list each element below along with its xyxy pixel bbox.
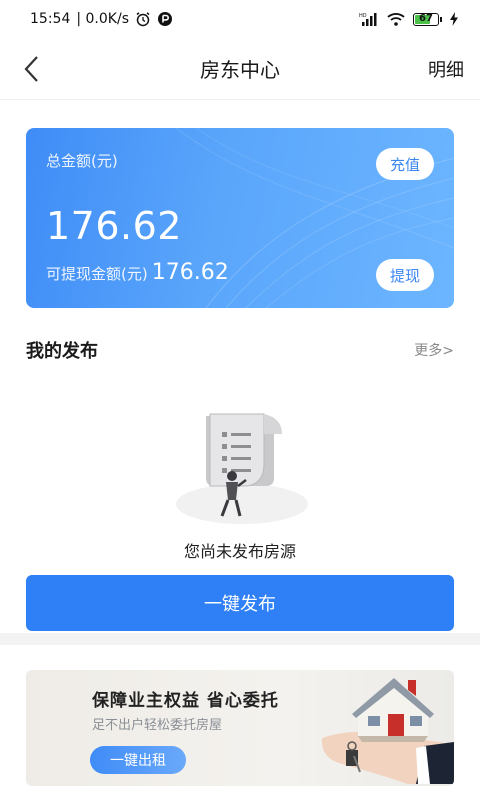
chevron-left-icon <box>24 56 38 82</box>
section-divider <box>0 633 480 645</box>
withdrawable-value: 176.62 <box>151 260 229 285</box>
status-left: 15:54 | 0.0K/s <box>30 11 173 27</box>
cellular-signal-icon: HD <box>359 12 379 26</box>
total-amount-value: 176.62 <box>46 204 182 248</box>
page-title: 房东中心 <box>200 58 280 82</box>
status-net-speed: | 0.0K/s <box>76 11 129 27</box>
app-notification-icon <box>157 11 173 27</box>
house-in-hand-illustration <box>321 678 454 784</box>
more-link[interactable]: 更多> <box>414 340 454 360</box>
one-click-publish-button[interactable]: 一键发布 <box>26 575 454 631</box>
battery-level: 67 <box>419 12 433 24</box>
wifi-icon <box>387 12 405 26</box>
details-link[interactable]: 明细 <box>428 56 464 82</box>
balance-card: 总金额(元) 176.62 可提现金额(元) 176.62 充值 提现 <box>26 128 454 308</box>
back-button[interactable] <box>14 51 50 87</box>
total-amount-label: 总金额(元) <box>46 152 118 170</box>
svg-text:HD: HD <box>359 13 367 19</box>
banner-subtitle: 足不出户轻松委托房屋 <box>92 718 223 733</box>
charging-icon <box>450 12 458 26</box>
status-right: HD 67 <box>359 12 458 26</box>
banner-title: 保障业主权益 省心委托 <box>92 691 279 711</box>
withdrawable-row: 可提现金额(元) 176.62 <box>46 260 229 285</box>
empty-state-text: 您尚未发布房源 <box>183 542 296 561</box>
empty-document-illustration <box>176 413 308 524</box>
section-title-my-publications: 我的发布 <box>26 341 98 362</box>
entrust-banner[interactable]: 保障业主权益 省心委托 足不出户轻松委托房屋 一键出租 <box>26 670 454 786</box>
nav-bar: 房东中心 明细 <box>0 38 480 100</box>
status-time: 15:54 <box>30 11 71 27</box>
status-bar: 15:54 | 0.0K/s HD 67 <box>0 0 480 38</box>
alarm-icon <box>135 11 151 27</box>
withdrawable-label: 可提现金额(元) <box>46 265 148 283</box>
one-click-rent-button[interactable]: 一键出租 <box>90 746 186 774</box>
withdraw-button[interactable]: 提现 <box>376 259 434 291</box>
recharge-button[interactable]: 充值 <box>376 148 434 180</box>
battery-icon: 67 <box>413 12 442 26</box>
